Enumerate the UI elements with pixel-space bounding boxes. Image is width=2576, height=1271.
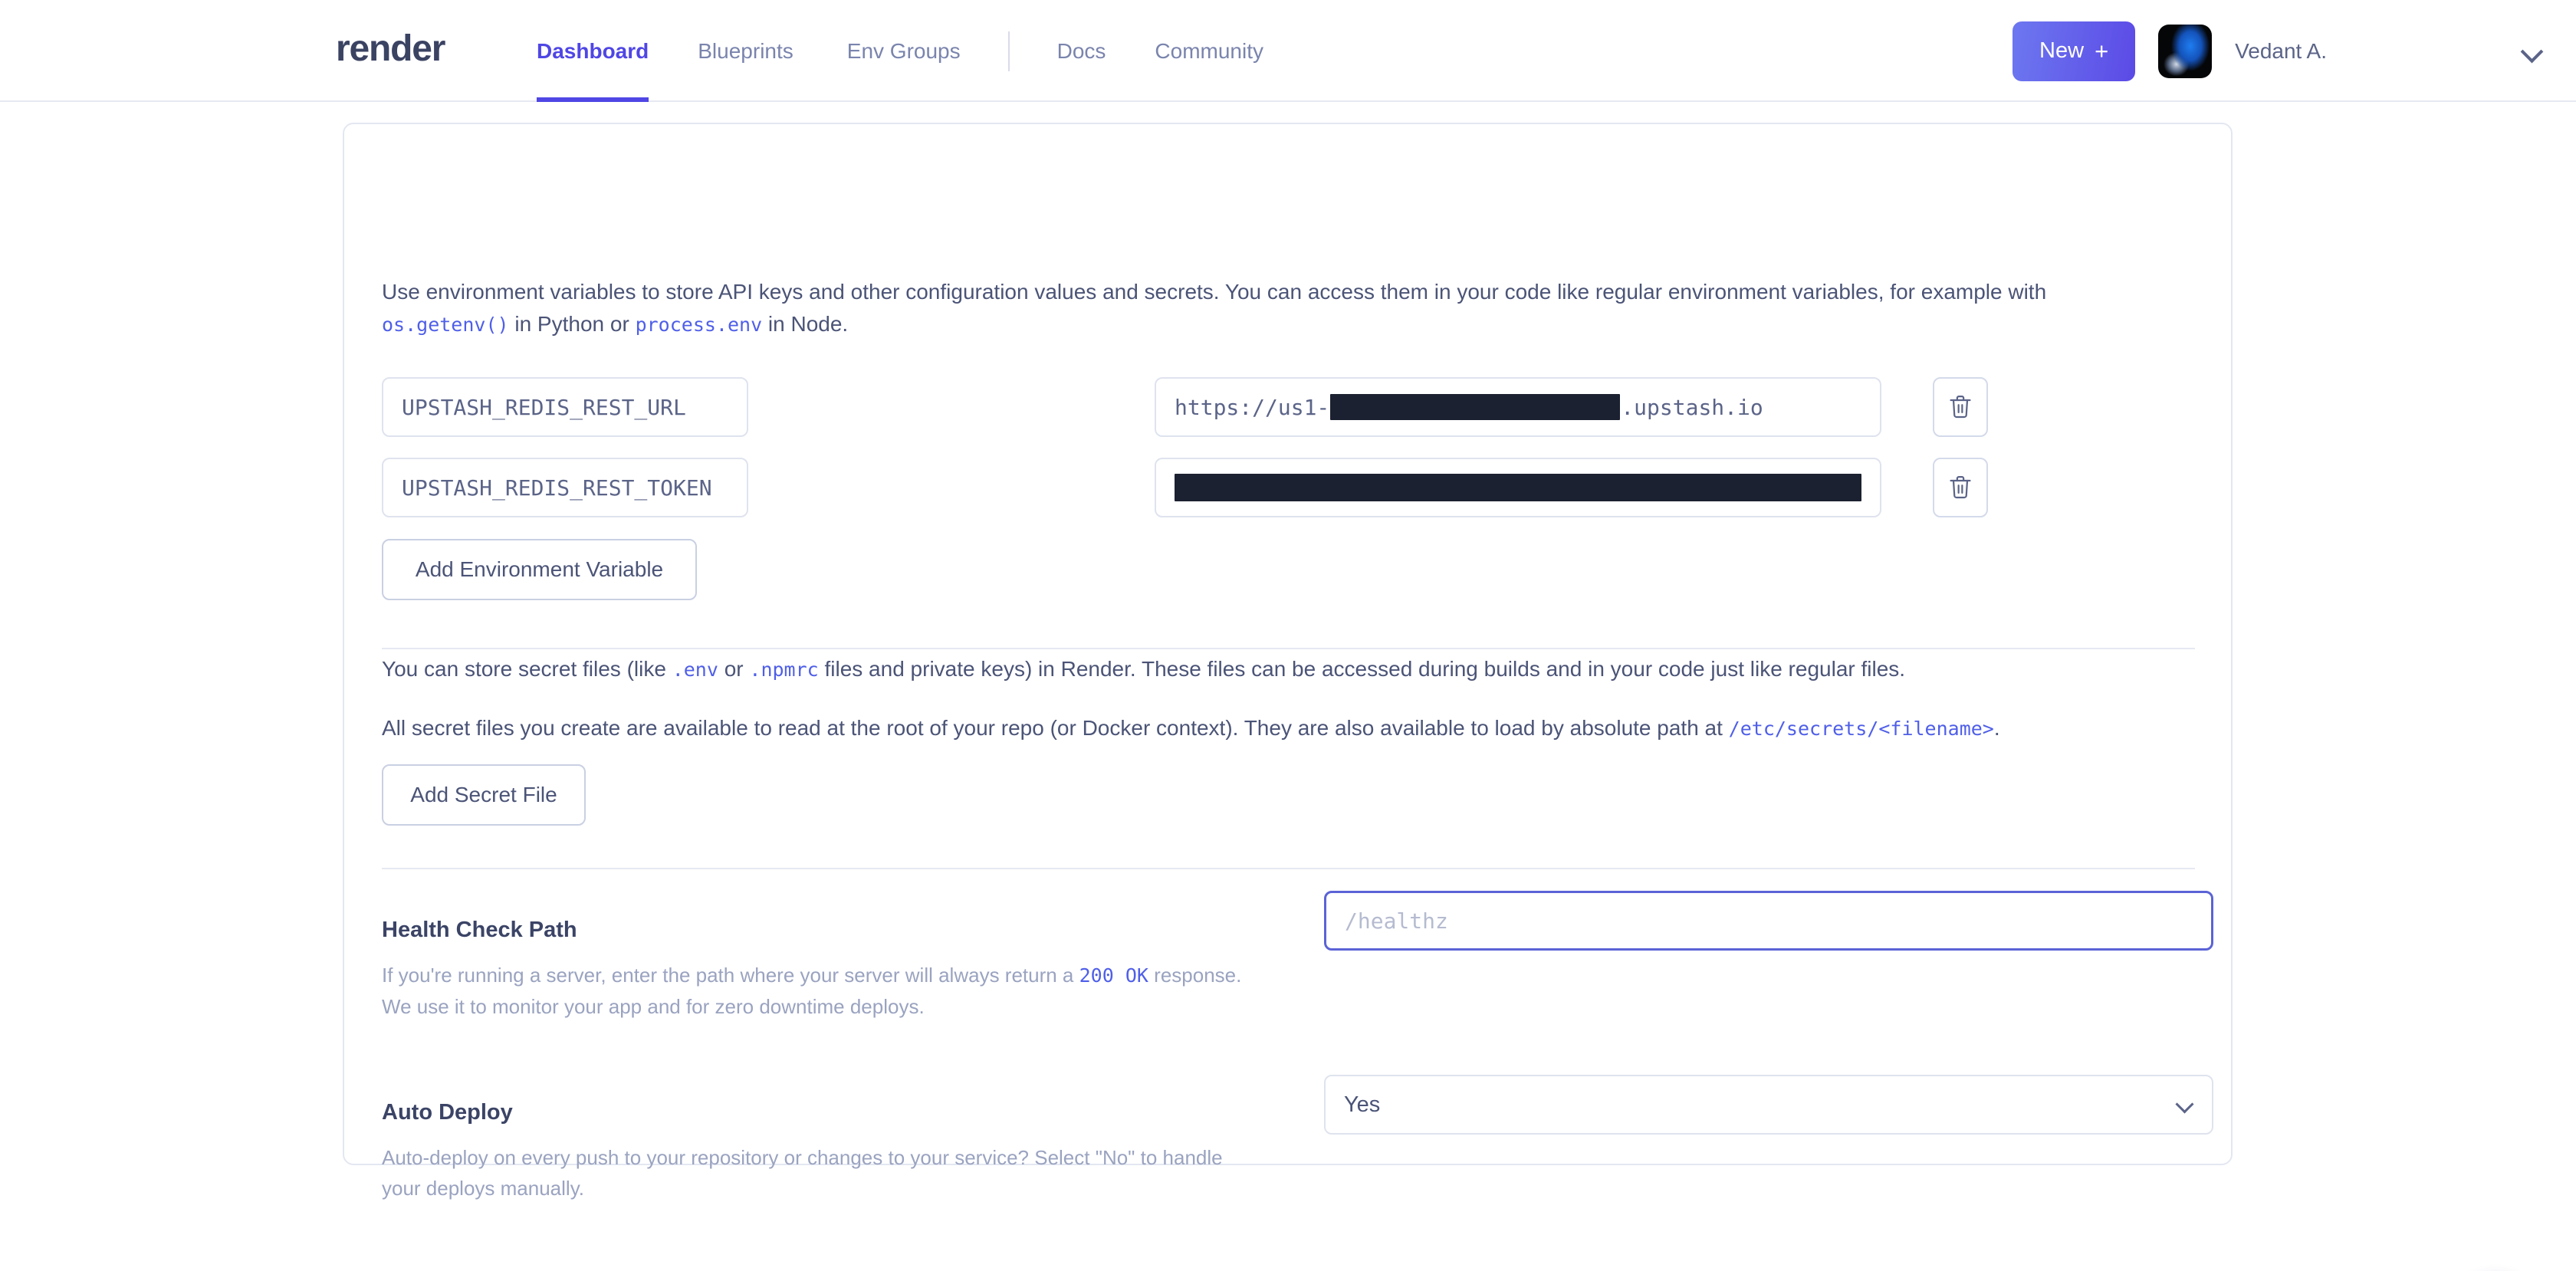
nav-item-community[interactable]: Community [1155, 0, 1263, 102]
secret-code-env: .env [672, 658, 718, 681]
trash-icon [1950, 476, 1971, 499]
trash-icon [1950, 396, 1971, 419]
add-environment-variable-button[interactable]: Add Environment Variable [382, 539, 697, 600]
secret-code-npmrc: .npmrc [749, 658, 819, 681]
page-body: Use environment variables to store API k… [0, 102, 2576, 1271]
health-check-path-label: Health Check Path [382, 918, 577, 942]
env-value-prefix: https://us1- [1175, 394, 1330, 420]
plus-icon: + [2095, 37, 2109, 64]
env-value-input[interactable] [1155, 458, 1881, 517]
chevron-down-icon [2177, 1098, 2193, 1115]
main-nav: Dashboard Blueprints Env Groups Docs Com… [537, 0, 1263, 102]
chevron-down-icon[interactable] [2522, 41, 2542, 61]
hc-help-a: If you're running a server, enter the pa… [382, 964, 1079, 987]
avatar[interactable] [2158, 24, 2213, 78]
nav-divider [1007, 31, 1010, 71]
env-desc-part-1: Use environment variables to store API k… [382, 280, 2047, 304]
auto-deploy-selected-value: Yes [1344, 1092, 1381, 1117]
env-vars-description: Use environment variables to store API k… [382, 276, 2145, 341]
env-value-input[interactable]: https://us1- .upstash.io [1155, 377, 1881, 437]
redaction-bar [1175, 474, 1861, 501]
health-check-path-help: If you're running a server, enter the pa… [382, 960, 1247, 1022]
secret-p2-b: . [1993, 716, 2000, 740]
env-key-input[interactable]: UPSTASH_REDIS_REST_URL [382, 377, 748, 437]
secret-files-description-2: All secret files you create are availabl… [382, 712, 2168, 745]
nav-item-env-groups[interactable]: Env Groups [847, 0, 961, 102]
user-name-label: Vedant A. [2235, 38, 2327, 63]
secret-p1-b: or [718, 657, 750, 681]
auto-deploy-help: Auto-deploy on every push to your reposi… [382, 1146, 1223, 1200]
env-key-input[interactable]: UPSTASH_REDIS_REST_TOKEN [382, 458, 748, 517]
new-button-label: New [2039, 38, 2085, 63]
render-logo[interactable]: render [336, 28, 445, 70]
env-desc-part-3: in Node. [762, 312, 849, 336]
secret-code-path: /etc/secrets/<filename> [1728, 718, 1994, 740]
top-navigation-bar: render Dashboard Blueprints Env Groups D… [0, 0, 2576, 102]
delete-env-var-button[interactable] [1933, 458, 1988, 517]
secret-files-description-1: You can store secret files (like .env or… [382, 653, 2168, 686]
env-desc-part-2: in Python or [508, 312, 636, 336]
section-divider [382, 868, 2195, 869]
env-desc-code-getenv: os.getenv() [382, 314, 509, 336]
auto-deploy-label: Auto Deploy [382, 1100, 513, 1125]
secret-p1-c: files and private keys) in Render. These… [818, 657, 1906, 681]
env-desc-code-processenv: process.env [635, 314, 763, 336]
header-actions: New + Vedant A. [2013, 0, 2576, 102]
redaction-bar [1330, 394, 1621, 420]
nav-item-docs[interactable]: Docs [1057, 0, 1106, 102]
nav-item-dashboard[interactable]: Dashboard [537, 0, 649, 102]
section-divider [382, 648, 2195, 649]
hc-help-code-200ok: 200 OK [1079, 964, 1148, 987]
add-secret-file-button[interactable]: Add Secret File [382, 764, 586, 826]
secret-p1-a: You can store secret files (like [382, 657, 672, 681]
auto-deploy-select[interactable]: Yes [1324, 1075, 2213, 1135]
env-value-suffix: .upstash.io [1621, 394, 1763, 420]
secret-p2-a: All secret files you create are availabl… [382, 716, 1729, 740]
service-settings-card: Use environment variables to store API k… [343, 123, 2233, 1200]
health-check-path-input[interactable]: /healthz [1324, 891, 2213, 951]
nav-item-blueprints[interactable]: Blueprints [698, 0, 794, 102]
delete-env-var-button[interactable] [1933, 377, 1988, 437]
new-button[interactable]: New + [2013, 21, 2136, 81]
